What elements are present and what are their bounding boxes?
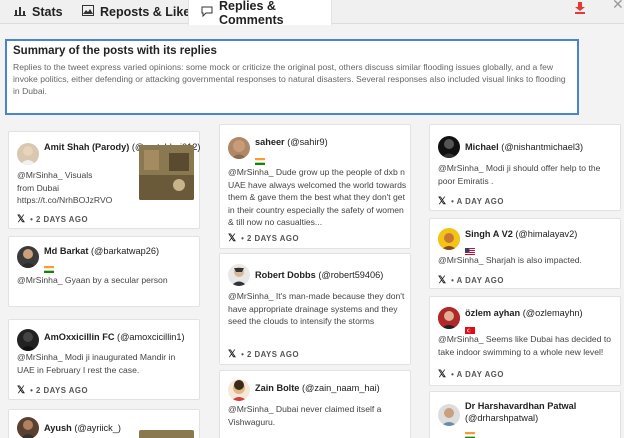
bar-chart-icon bbox=[14, 5, 26, 19]
reply-author: Zain Bolte (@zain_naam_hai) bbox=[255, 383, 380, 393]
tab-label: Stats bbox=[32, 5, 63, 19]
avatar bbox=[438, 307, 460, 329]
close-icon[interactable]: ✕ bbox=[612, 0, 624, 13]
avatar bbox=[228, 137, 250, 159]
download-icon[interactable] bbox=[573, 1, 587, 15]
reply-author: AmOxxicillin FC (@amoxcicillin1) bbox=[44, 332, 185, 342]
avatar bbox=[438, 404, 460, 426]
reply-text: @MrSinha_ Dude grow up the people of dxb… bbox=[228, 167, 407, 227]
tab-reposts-likes[interactable]: Reposts & Likes bbox=[82, 0, 197, 24]
summary-title: Summary of the posts with its replies bbox=[13, 45, 217, 57]
reply-text: @MrSinha_ Modi ji should offer help to t… bbox=[438, 163, 601, 186]
x-logo-icon: 𝕏 bbox=[438, 275, 447, 286]
avatar bbox=[17, 246, 39, 268]
x-logo-icon: 𝕏 bbox=[438, 369, 447, 380]
flag-india-icon bbox=[44, 260, 54, 273]
reply-card: Amit Shah (Parody) (@motabhai012) @MrSin… bbox=[8, 131, 200, 229]
reply-author: Robert Dobbs (@robert59406) bbox=[255, 270, 384, 280]
reply-meta: 𝕏 • 2 DAYS AGO bbox=[17, 214, 89, 225]
reply-meta: 𝕏 • A DAY AGO bbox=[438, 369, 504, 380]
reply-card: Robert Dobbs (@robert59406) @MrSinha_ It… bbox=[219, 253, 411, 365]
x-logo-icon: 𝕏 bbox=[438, 196, 447, 207]
flag-india-icon bbox=[465, 426, 475, 438]
x-logo-icon: 𝕏 bbox=[17, 214, 26, 225]
reply-author: özlem ayhan (@ozlemayhn) bbox=[465, 308, 583, 318]
flag-usa-icon bbox=[465, 242, 475, 255]
reply-card: özlem ayhan (@ozlemayhn) @MrSinha_ Seems… bbox=[429, 296, 621, 386]
reply-author: Ayush (@ayriick_) bbox=[44, 423, 121, 433]
avatar bbox=[17, 329, 39, 351]
reply-author: Dr Harshavardhan Patwal bbox=[465, 401, 577, 411]
reply-text: @MrSinha_ Visuals from Dubai https://t.c… bbox=[17, 170, 113, 205]
summary-text: Replies to the tweet express varied opin… bbox=[13, 62, 566, 96]
reply-card: Dr Harshavardhan Patwal (@drharshpatwal) bbox=[429, 391, 621, 438]
reply-card: Zain Bolte (@zain_naam_hai) @MrSinha_ Du… bbox=[219, 370, 411, 438]
x-logo-icon: 𝕏 bbox=[228, 233, 237, 244]
reply-text: @MrSinha_ Dubai never claimed itself a V… bbox=[228, 404, 382, 427]
tab-bar: Stats Reposts & Likes Replies & Comments… bbox=[0, 0, 624, 27]
tab-label: Replies & Comments bbox=[219, 0, 284, 27]
chat-icon bbox=[201, 6, 213, 20]
avatar bbox=[228, 379, 250, 401]
reply-author: Michael (@nishantmichael3) bbox=[465, 142, 584, 152]
avatar bbox=[17, 143, 39, 165]
reply-card: Md Barkat (@barkatwap26) @MrSinha_ Gyaan… bbox=[8, 236, 200, 307]
reply-author: Md Barkat (@barkatwap26) bbox=[44, 246, 160, 256]
tab-label: Reposts & Likes bbox=[100, 5, 198, 19]
reply-card: Ayush (@ayriick_) bbox=[8, 409, 200, 438]
avatar bbox=[228, 264, 250, 286]
reply-text: @MrSinha_ Seems like Dubai has decided t… bbox=[438, 334, 612, 357]
reply-meta: 𝕏 • 2 DAYS AGO bbox=[228, 233, 300, 244]
x-logo-icon: 𝕏 bbox=[17, 385, 26, 396]
reply-text: @MrSinha_ Gyaan by a secular person bbox=[17, 275, 168, 285]
reply-media-thumbnail[interactable] bbox=[139, 145, 194, 200]
reply-card: AmOxxicillin FC (@amoxcicillin1) @MrSinh… bbox=[8, 319, 200, 400]
reply-meta: 𝕏 • A DAY AGO bbox=[438, 196, 504, 207]
reply-text: @MrSinha_ It's man-made because they don… bbox=[228, 291, 405, 326]
x-logo-icon: 𝕏 bbox=[228, 349, 237, 360]
reply-text: @MrSinha_ Modi ji inaugurated Mandir in … bbox=[17, 352, 176, 375]
reply-meta: 𝕏 • 2 DAYS AGO bbox=[228, 349, 300, 360]
reply-meta: 𝕏 • 2 DAYS AGO bbox=[17, 385, 89, 396]
image-icon bbox=[82, 5, 94, 19]
reply-card: Singh A V2 (@himalayav2) @MrSinha_ Sharj… bbox=[429, 218, 621, 289]
reply-media-thumbnail[interactable] bbox=[139, 430, 194, 438]
tab-replies-comments[interactable]: Replies & Comments bbox=[188, 0, 332, 27]
avatar bbox=[17, 417, 39, 438]
flag-turkey-icon bbox=[465, 321, 475, 334]
reply-author: Singh A V2 (@himalayav2) bbox=[465, 229, 578, 239]
avatar bbox=[438, 136, 460, 158]
summary-box: Summary of the posts with its replies Re… bbox=[5, 39, 579, 115]
reply-handle: (@drharshpatwal) bbox=[465, 413, 539, 423]
reply-card: Michael (@nishantmichael3) @MrSinha_ Mod… bbox=[429, 124, 621, 211]
flag-india-icon bbox=[255, 152, 265, 165]
reply-card: saheer (@sahir9) @MrSinha_ Dude grow up … bbox=[219, 124, 411, 249]
reply-meta: 𝕏 • A DAY AGO bbox=[438, 275, 504, 286]
avatar bbox=[438, 228, 460, 250]
reply-author: saheer (@sahir9) bbox=[255, 137, 328, 147]
tab-stats[interactable]: Stats bbox=[14, 0, 63, 24]
reply-text: @MrSinha_ Sharjah is also impacted. bbox=[438, 255, 582, 265]
